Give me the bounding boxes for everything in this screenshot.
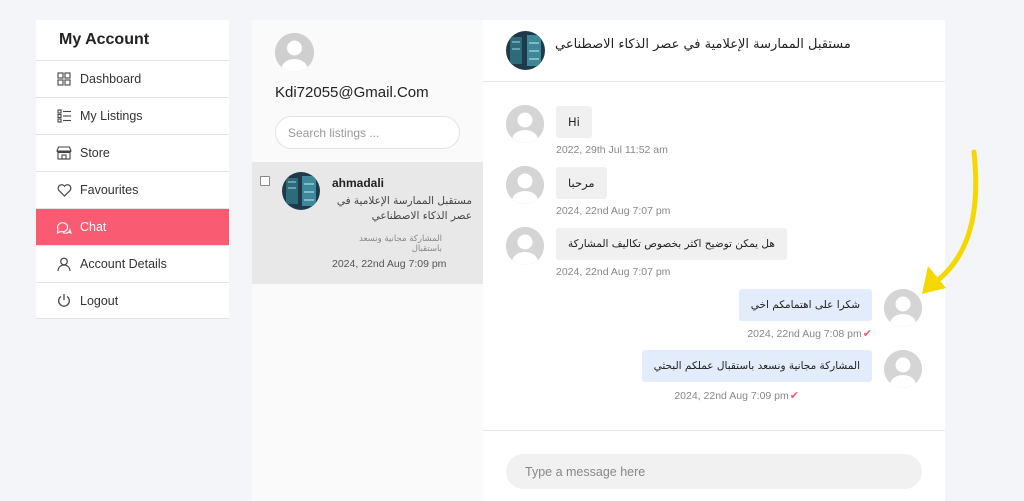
message-time: 2024, 22nd Aug 7:09 pm — [674, 390, 789, 402]
conversation-name: ahmadali — [332, 176, 385, 190]
message-bubble-incoming: مرحبا — [556, 167, 607, 199]
user-email: Kdi72055@Gmail.Com — [275, 84, 429, 101]
nav-item-logout[interactable]: Logout — [36, 283, 229, 319]
message-input[interactable]: Type a message here — [506, 454, 922, 489]
message-time-row: 2024, 22nd Aug 7:08 pm✔ — [747, 327, 872, 340]
conversation-preview: المشاركة مجانية ونسعد باستقبال — [359, 234, 442, 254]
message-time: 2024, 22nd Aug 7:07 pm — [556, 205, 671, 217]
message-time: 2022, 29th Jul 11:52 am — [556, 144, 668, 156]
chat-title: مستقبل الممارسة الإعلامية في عصر الذكاء … — [555, 37, 851, 52]
read-check-icon: ✔ — [862, 328, 872, 340]
user-avatar — [275, 33, 314, 72]
message-bubble-outgoing: شكرا على اهتمامكم اخي — [738, 289, 872, 321]
conversation-listing-title: مستقبل الممارسة الإعلامية في عصر الذكاء … — [336, 195, 472, 222]
read-check-icon: ✔ — [789, 390, 799, 402]
own-avatar — [884, 350, 922, 388]
composer-divider — [483, 430, 945, 431]
nav-item-label: Favourites — [80, 183, 139, 197]
listings-icon — [56, 108, 72, 124]
nav-item-label: Store — [80, 146, 110, 160]
listing-thumbnail — [506, 31, 545, 70]
nav-item-favourites[interactable]: Favourites — [36, 172, 229, 209]
chat-panel: مستقبل الممارسة الإعلامية في عصر الذكاء … — [483, 20, 945, 501]
nav-item-chat[interactable]: Chat — [36, 209, 229, 246]
user-icon — [56, 256, 72, 272]
conversation-list-panel: Kdi72055@Gmail.Com Search listings ... a… — [252, 20, 483, 501]
nav-item-store[interactable]: Store — [36, 135, 229, 172]
nav-item-label: Account Details — [80, 257, 167, 271]
nav-item-account-details[interactable]: Account Details — [36, 246, 229, 283]
annotation-arrow-icon — [922, 149, 979, 294]
nav-item-dashboard[interactable]: Dashboard — [36, 61, 229, 98]
chat-icon — [56, 219, 72, 235]
sender-avatar — [506, 105, 544, 143]
search-listings-input[interactable]: Search listings ... — [275, 116, 460, 149]
nav-item-label: Dashboard — [80, 72, 142, 86]
nav-item-label: Logout — [80, 293, 119, 308]
account-menu-title: My Account — [36, 20, 229, 61]
message-bubble-incoming: Hi — [556, 106, 592, 138]
message-time-row: 2024, 22nd Aug 7:09 pm✔ — [674, 389, 799, 402]
heart-icon — [56, 182, 72, 198]
nav-item-label: My Listings — [80, 109, 143, 123]
nav-item-label: Chat — [80, 220, 107, 234]
chat-header: مستقبل الممارسة الإعلامية في عصر الذكاء … — [483, 20, 945, 82]
message-time: 2024, 22nd Aug 7:07 pm — [556, 266, 671, 278]
store-icon — [56, 145, 72, 161]
nav-item-my-listings[interactable]: My Listings — [36, 98, 229, 135]
dashboard-icon — [56, 71, 72, 87]
listing-thumbnail — [282, 172, 320, 210]
account-menu: My Account Dashboard My Listings Store F… — [36, 20, 229, 319]
message-bubble-outgoing: المشاركة مجانية ونسعد باستقبال عملكم الب… — [641, 350, 872, 382]
conversation-time: 2024, 22nd Aug 7:09 pm — [332, 258, 447, 270]
conversation-checkbox[interactable] — [260, 176, 270, 186]
power-icon — [56, 293, 72, 309]
message-bubble-incoming: هل يمكن توضيح اكثر بخصوص تكاليف المشاركة — [556, 228, 787, 260]
sender-avatar — [506, 166, 544, 204]
conversation-item[interactable]: ahmadali مستقبل الممارسة الإعلامية في عص… — [252, 162, 483, 284]
sender-avatar — [506, 227, 544, 265]
message-time: 2024, 22nd Aug 7:08 pm — [747, 328, 862, 340]
